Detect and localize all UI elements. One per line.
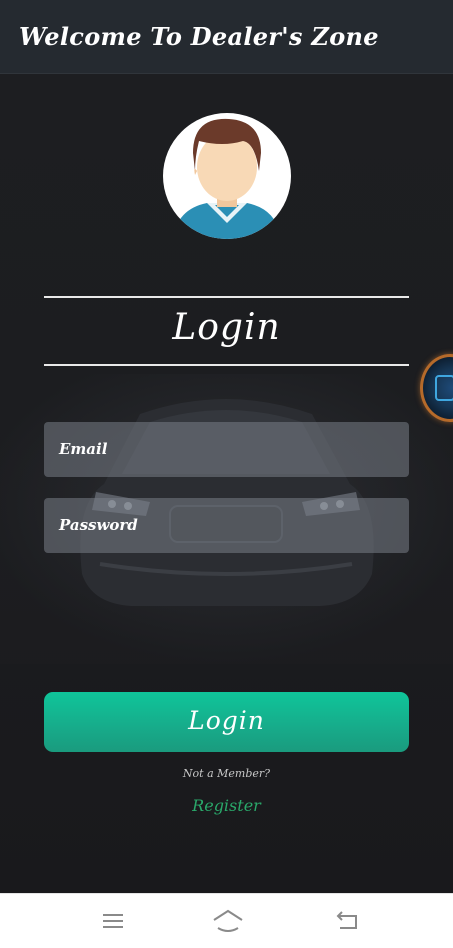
- password-placeholder: Password: [59, 516, 138, 534]
- password-input[interactable]: Password: [44, 498, 409, 553]
- app-bar-title: Welcome To Dealer's Zone: [19, 22, 379, 51]
- heading-divider-bottom: [44, 364, 409, 366]
- app-bar: Welcome To Dealer's Zone: [0, 0, 453, 74]
- system-nav-bar: [0, 893, 453, 948]
- heading-divider-top: [44, 296, 409, 298]
- login-heading: Login: [172, 307, 281, 348]
- back-icon[interactable]: [330, 906, 366, 936]
- email-input[interactable]: Email: [44, 422, 409, 477]
- menu-icon[interactable]: [95, 906, 131, 936]
- home-icon[interactable]: [210, 906, 246, 936]
- register-link[interactable]: Register: [0, 796, 453, 815]
- login-screen: Login Email Password Login Not a Member?…: [0, 74, 453, 893]
- email-placeholder: Email: [59, 440, 108, 458]
- login-button[interactable]: Login: [44, 692, 409, 752]
- assistant-bubble-inner: [435, 375, 453, 401]
- user-avatar-icon: [163, 113, 291, 239]
- not-member-text: Not a Member?: [182, 767, 271, 780]
- login-button-label: Login: [188, 706, 265, 735]
